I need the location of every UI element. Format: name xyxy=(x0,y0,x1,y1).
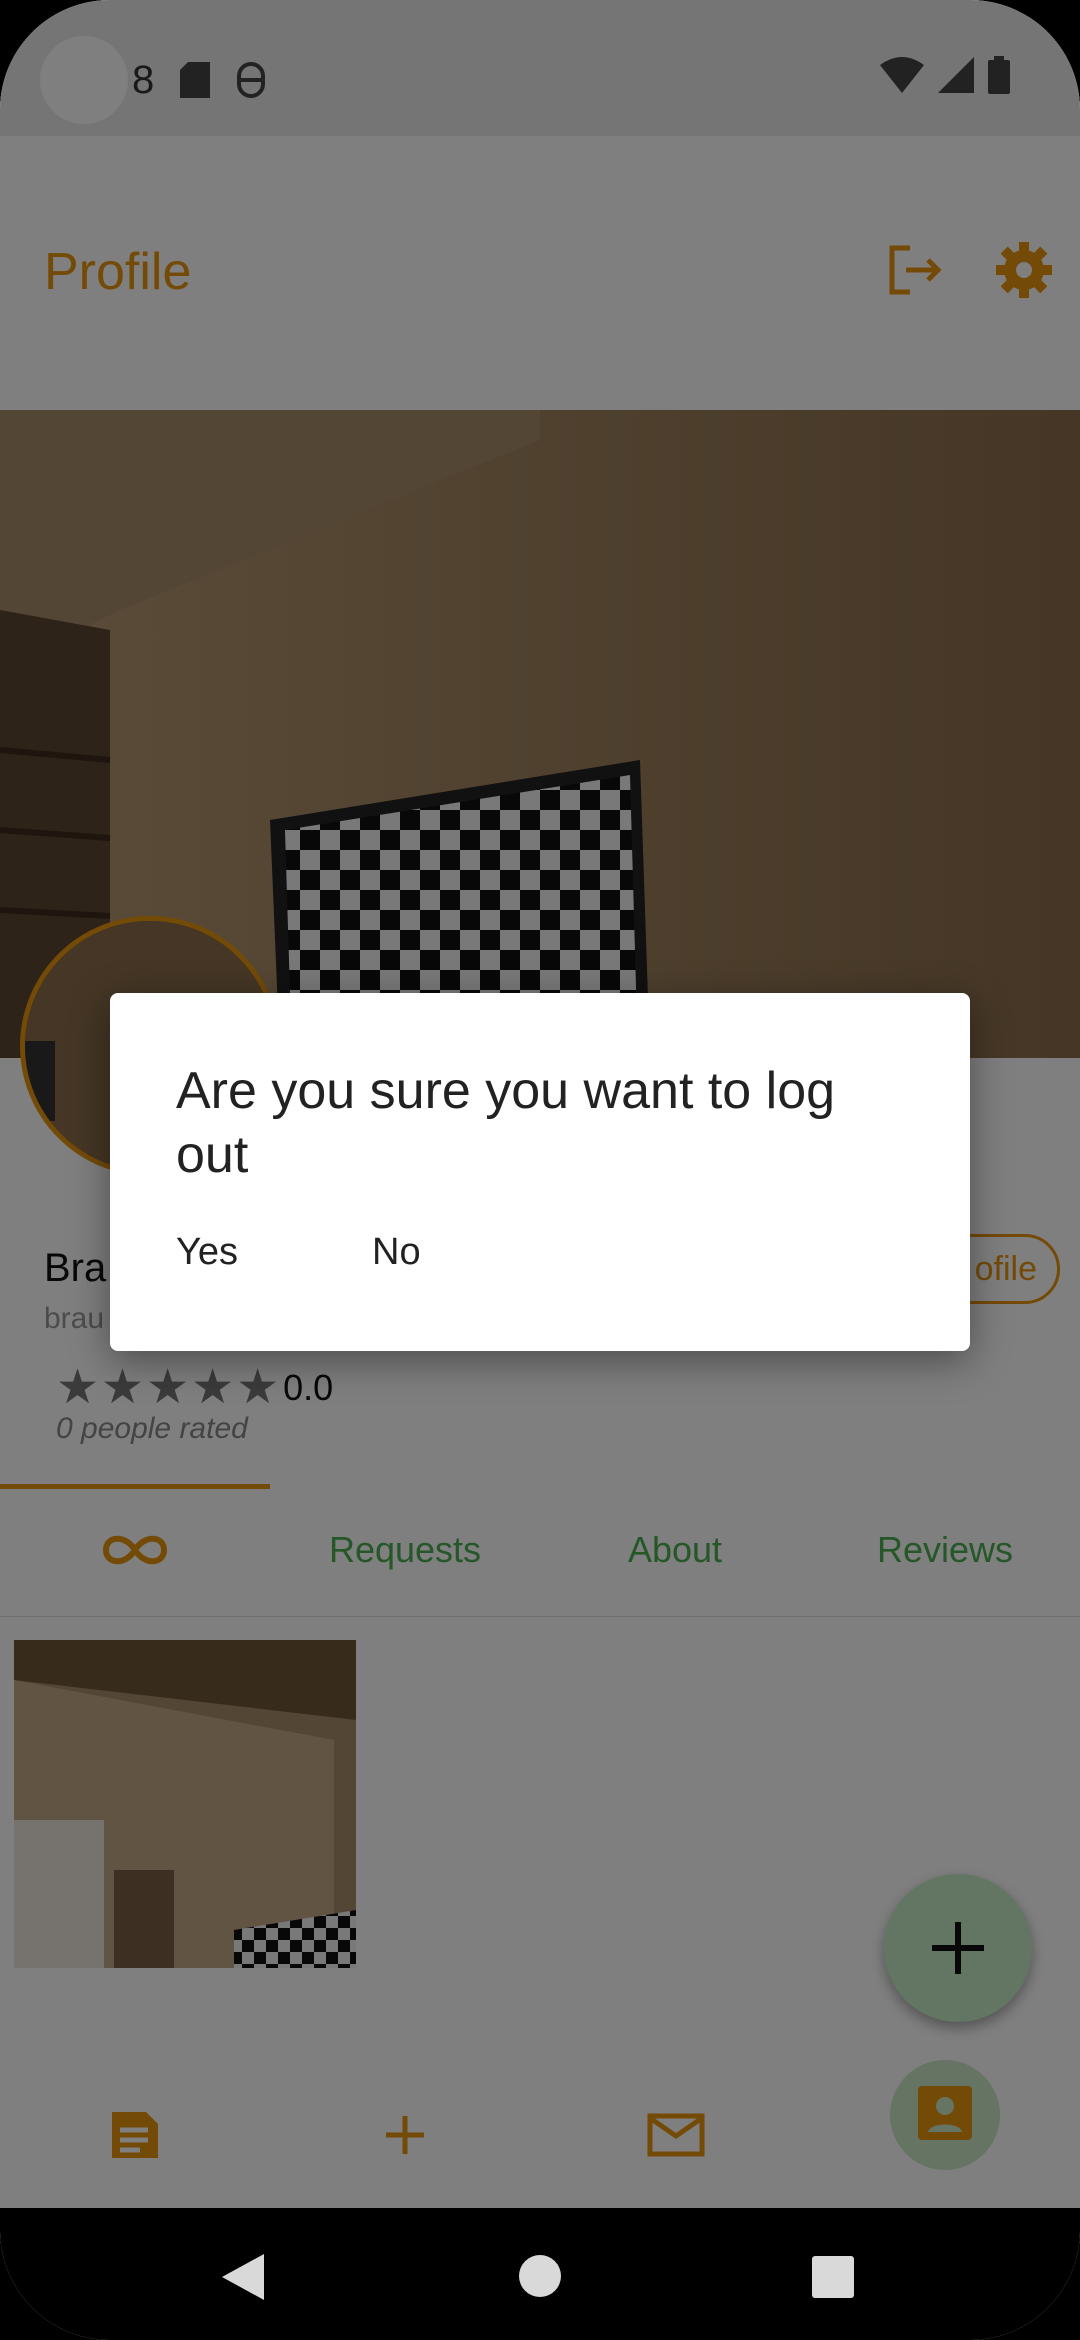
logout-dialog: Are you sure you want to log out Yes No xyxy=(110,993,970,1351)
home-icon[interactable] xyxy=(518,2254,562,2298)
system-nav-bar xyxy=(0,2208,1080,2340)
back-icon[interactable] xyxy=(222,2254,264,2300)
device-screen: 8 Profile xyxy=(0,0,1080,2340)
dialog-message: Are you sure you want to log out xyxy=(176,1062,836,1184)
yes-button[interactable]: Yes xyxy=(176,1231,238,1274)
recents-icon[interactable] xyxy=(812,2256,854,2298)
no-button[interactable]: No xyxy=(372,1231,421,1274)
